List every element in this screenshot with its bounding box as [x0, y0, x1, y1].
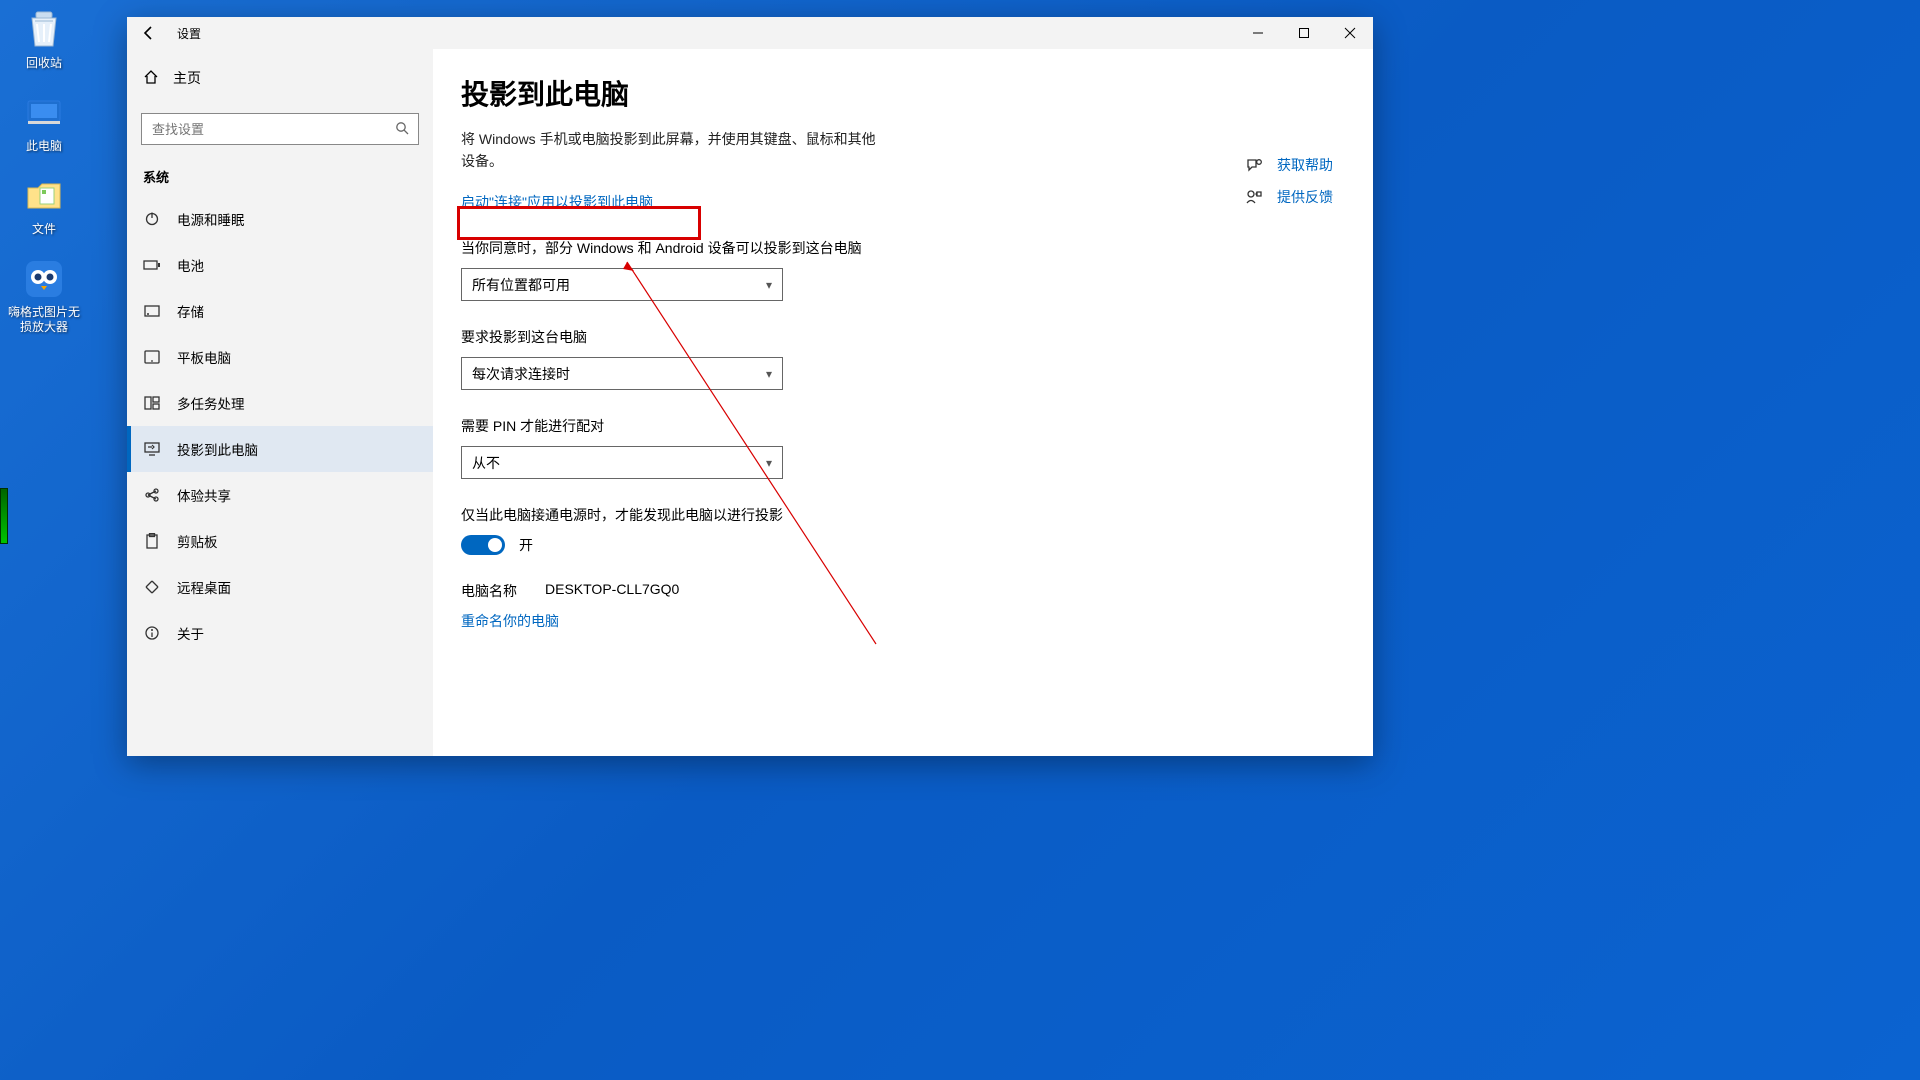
window-title: 设置 [177, 25, 201, 42]
close-button[interactable] [1327, 17, 1373, 49]
nav-label: 多任务处理 [177, 393, 245, 413]
info-icon [143, 624, 161, 642]
section-1-label: 当你同意时，部分 Windows 和 Android 设备可以投影到这台电脑 [461, 238, 1345, 258]
pc-name-label: 电脑名称 [461, 581, 517, 601]
section-2-label: 要求投影到这台电脑 [461, 327, 1345, 347]
section-3-label: 需要 PIN 才能进行配对 [461, 416, 1345, 436]
feedback-link[interactable]: 提供反馈 [1245, 187, 1333, 207]
nav-clipboard[interactable]: 剪贴板 [127, 518, 433, 564]
owl-icon [22, 257, 66, 301]
search-icon [395, 121, 409, 138]
back-button[interactable] [127, 17, 171, 49]
trash-icon [22, 8, 66, 52]
search-wrap [127, 99, 433, 153]
nav-battery[interactable]: 电池 [127, 242, 433, 288]
right-links: 获取帮助 提供反馈 [1245, 155, 1333, 207]
multitask-icon [143, 394, 161, 412]
icon-label: 此电脑 [26, 139, 62, 154]
storage-icon [143, 302, 161, 320]
settings-window: 设置 主页 系统 [127, 17, 1373, 756]
home-icon [143, 69, 159, 88]
nav-label: 存储 [177, 301, 204, 321]
clipboard-icon [143, 532, 161, 550]
recycle-bin-icon[interactable]: 回收站 [6, 8, 82, 71]
ask-project-select[interactable]: 每次请求连接时 ▾ [461, 357, 783, 390]
volume-indicator [0, 488, 8, 544]
nav-storage[interactable]: 存储 [127, 288, 433, 334]
icon-label: 嗨格式图片无 损放大器 [8, 305, 80, 335]
home-link[interactable]: 主页 [127, 57, 433, 99]
launch-connect-link[interactable]: 启动"连接"应用以投影到此电脑 [461, 192, 653, 212]
battery-icon [143, 256, 161, 274]
link-label: 提供反馈 [1277, 187, 1333, 207]
chevron-down-icon: ▾ [766, 367, 772, 381]
select-value: 每次请求连接时 [472, 364, 570, 384]
power-icon [143, 210, 161, 228]
nav-label: 电池 [177, 255, 204, 275]
chevron-down-icon: ▾ [766, 456, 772, 470]
icon-label: 回收站 [26, 56, 62, 71]
nav-label: 远程桌面 [177, 577, 231, 597]
window-body: 主页 系统 电源和睡眠 电池 [127, 49, 1373, 756]
titlebar: 设置 [127, 17, 1373, 49]
nav-shared-exp[interactable]: 体验共享 [127, 472, 433, 518]
nav-label: 投影到此电脑 [177, 439, 258, 459]
nav-project-to-pc[interactable]: 投影到此电脑 [127, 426, 433, 472]
toggle-state: 开 [519, 535, 533, 555]
chevron-down-icon: ▾ [766, 278, 772, 292]
page-title: 投影到此电脑 [461, 73, 1345, 113]
nav-label: 电源和睡眠 [177, 209, 245, 229]
nav-tablet[interactable]: 平板电脑 [127, 334, 433, 380]
section-4-label: 仅当此电脑接通电源时，才能发现此电脑以进行投影 [461, 505, 1345, 525]
search-input[interactable] [141, 113, 419, 145]
window-controls [1235, 17, 1373, 49]
main-content: 投影到此电脑 将 Windows 手机或电脑投影到此屏幕，并使用其键盘、鼠标和其… [433, 49, 1373, 756]
nav-list: 电源和睡眠 电池 存储 平板电脑 [127, 196, 433, 656]
pc-icon [22, 91, 66, 135]
nav-label: 剪贴板 [177, 531, 218, 551]
icon-label: 文件 [32, 222, 56, 237]
feedback-icon [1245, 188, 1263, 206]
pc-name-value: DESKTOP-CLL7GQ0 [545, 581, 679, 601]
help-icon [1245, 156, 1263, 174]
nav-label: 平板电脑 [177, 347, 231, 367]
nav-multitask[interactable]: 多任务处理 [127, 380, 433, 426]
nav-about[interactable]: 关于 [127, 610, 433, 656]
sidebar: 主页 系统 电源和睡眠 电池 [127, 49, 433, 756]
link-label: 获取帮助 [1277, 155, 1333, 175]
get-help-link[interactable]: 获取帮助 [1245, 155, 1333, 175]
power-only-toggle[interactable] [461, 535, 505, 555]
project-icon [143, 440, 161, 458]
availability-select[interactable]: 所有位置都可用 ▾ [461, 268, 783, 301]
desktop: 回收站 此电脑 文件 嗨格式图片无 损放大器 设置 [0, 0, 1920, 1080]
minimize-button[interactable] [1235, 17, 1281, 49]
rename-pc-link[interactable]: 重命名你的电脑 [461, 611, 559, 631]
home-label: 主页 [173, 68, 201, 88]
folder-icon [22, 174, 66, 218]
nav-remote-desktop[interactable]: 远程桌面 [127, 564, 433, 610]
tablet-icon [143, 348, 161, 366]
select-value: 所有位置都可用 [472, 275, 570, 295]
sidebar-category: 系统 [127, 153, 433, 196]
maximize-button[interactable] [1281, 17, 1327, 49]
select-value: 从不 [472, 453, 500, 473]
nav-label: 关于 [177, 623, 204, 643]
pin-select[interactable]: 从不 ▾ [461, 446, 783, 479]
nav-power-sleep[interactable]: 电源和睡眠 [127, 196, 433, 242]
desktop-icon-list: 回收站 此电脑 文件 嗨格式图片无 损放大器 [6, 8, 82, 335]
nav-label: 体验共享 [177, 485, 231, 505]
remote-icon [143, 578, 161, 596]
this-pc-icon[interactable]: 此电脑 [6, 91, 82, 154]
page-description: 将 Windows 手机或电脑投影到此屏幕，并使用其键盘、鼠标和其他设备。 [461, 129, 881, 172]
files-folder-icon[interactable]: 文件 [6, 174, 82, 237]
owl-app-icon[interactable]: 嗨格式图片无 损放大器 [6, 257, 82, 335]
share-icon [143, 486, 161, 504]
